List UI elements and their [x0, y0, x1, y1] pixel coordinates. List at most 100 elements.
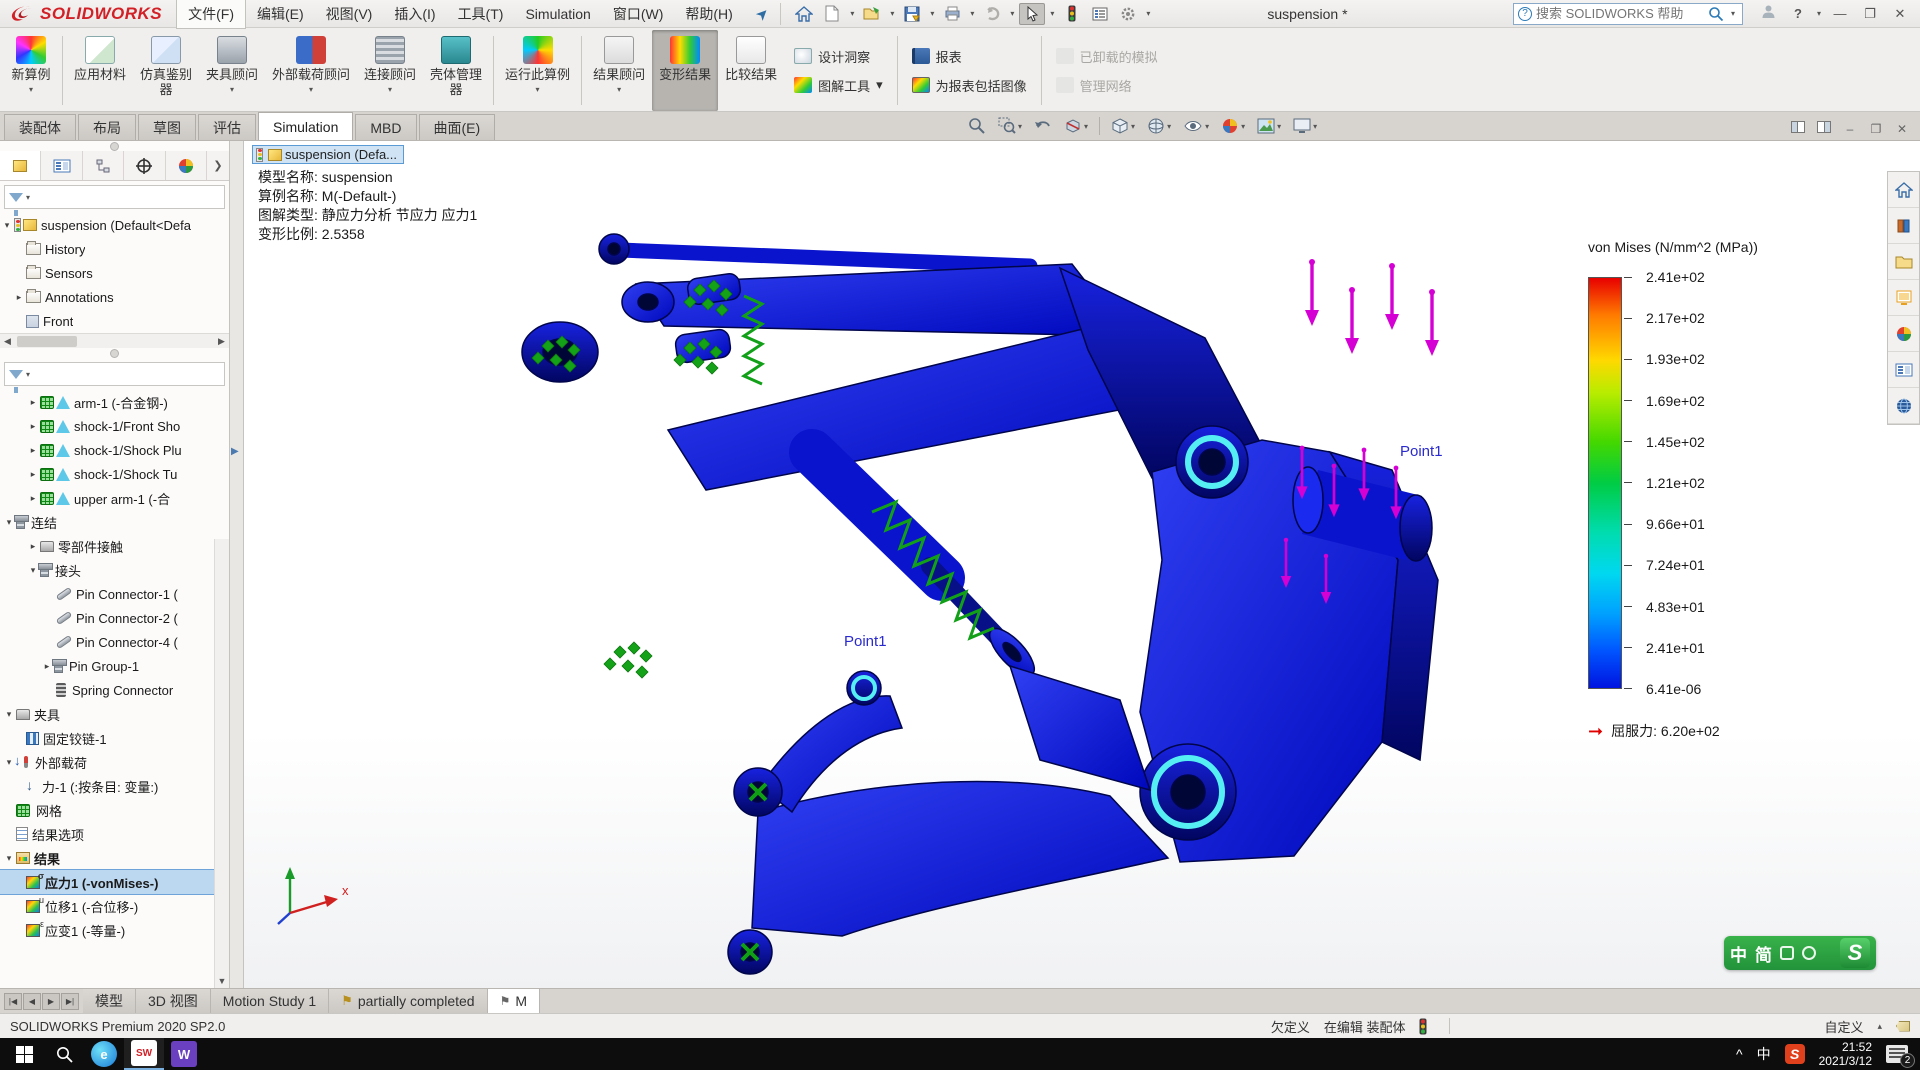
ime-logo[interactable]: S	[1840, 938, 1870, 968]
restore-button[interactable]: ❐	[1856, 3, 1884, 25]
filter-caret[interactable]: ▾	[26, 193, 30, 202]
open-caret[interactable]: ▾	[887, 9, 897, 18]
tree-item-stress-plot[interactable]: 应力1 (-vonMises-)	[0, 870, 215, 894]
simulation-evaluator-button[interactable]: 仿真鉴别器	[133, 30, 199, 111]
edit-appearance-icon[interactable]: ▾	[1218, 115, 1248, 137]
design-insight-button[interactable]: 设计洞察	[790, 45, 887, 68]
menu-simulation[interactable]: Simulation	[514, 2, 601, 26]
first-tab-icon[interactable]: |◀	[4, 993, 22, 1010]
scroll-thumb[interactable]	[17, 336, 77, 347]
prev-tab-icon[interactable]: ◀	[23, 993, 41, 1010]
ime-chinese-mode[interactable]: 中	[1730, 941, 1747, 966]
menu-view[interactable]: 视图(V)	[315, 0, 384, 28]
tree-horizontal-scrollbar[interactable]: ◀ ▶	[0, 333, 229, 348]
help-search[interactable]: ? ▾	[1513, 3, 1743, 25]
new-study-button[interactable]: 新算例 ▾	[4, 30, 58, 111]
tree-item-pin-connector[interactable]: Pin Connector-2 (	[0, 606, 215, 630]
tree-item-part[interactable]: ▸shock-1/Front Sho	[0, 414, 215, 438]
custom-caret-icon[interactable]: ▴	[1877, 1021, 1882, 1032]
tree-vertical-scrollbar[interactable]: ▼	[214, 539, 229, 988]
tree-root[interactable]: ▾ suspension (Default<Defa	[0, 213, 229, 237]
print-icon[interactable]	[939, 3, 965, 25]
menu-file[interactable]: 文件(F)	[176, 0, 246, 29]
tree-item-history[interactable]: History	[0, 237, 229, 261]
new-document-caret[interactable]: ▾	[847, 9, 857, 18]
tray-lang-indicator[interactable]: 中	[1757, 1044, 1771, 1064]
tab-layout[interactable]: 布局	[78, 114, 136, 140]
graphics-viewport[interactable]: suspension (Defa... 模型名称: suspension 算例名…	[244, 141, 1920, 988]
connections-advisor-button[interactable]: 连接顾问 ▾	[357, 30, 423, 111]
tree-item-pin-connector[interactable]: Pin Connector-1 (	[0, 582, 215, 606]
tree-item-part[interactable]: ▸shock-1/Shock Plu	[0, 438, 215, 462]
sogou-ime-icon[interactable]: S	[1785, 1044, 1805, 1064]
save-caret[interactable]: ▾	[927, 9, 937, 18]
resources-home-icon[interactable]	[1888, 172, 1919, 208]
tab-simulation[interactable]: Simulation	[258, 112, 353, 140]
tree-item-fixed-hinge[interactable]: 固定铰链-1	[0, 726, 215, 750]
ime-simplified-mode[interactable]: 简	[1755, 941, 1772, 966]
scroll-left-icon[interactable]: ◀	[0, 336, 15, 347]
split-pane-left-icon[interactable]	[1788, 121, 1808, 136]
tree-item-component-contact[interactable]: ▸零部件接触	[0, 534, 215, 558]
split-pane-right-icon[interactable]	[1814, 121, 1834, 136]
tab-study-m[interactable]: ⚑ M	[488, 989, 540, 1013]
tab-sketch[interactable]: 草图	[138, 114, 196, 140]
open-icon[interactable]	[859, 3, 885, 25]
external-loads-advisor-button[interactable]: 外部载荷顾问 ▾	[265, 30, 357, 111]
save-icon[interactable]	[899, 3, 925, 25]
tree-item-results[interactable]: ▾结果	[0, 846, 215, 870]
next-tab-icon[interactable]: ▶	[42, 993, 60, 1010]
tree-item-mesh[interactable]: 网格	[0, 798, 215, 822]
fixtures-advisor-button[interactable]: 夹具顾问 ▾	[199, 30, 265, 111]
configurationmanager-tab-icon[interactable]	[83, 151, 124, 180]
doc-minimize-icon[interactable]: –	[1840, 122, 1860, 136]
doc-close-icon[interactable]: ✕	[1892, 122, 1912, 136]
user-account-icon[interactable]	[1755, 4, 1782, 23]
ime-toolbar[interactable]: 中 简 S	[1724, 936, 1876, 970]
edge-browser-icon[interactable]: e	[84, 1038, 124, 1070]
help-icon[interactable]: ?	[1784, 3, 1812, 25]
report-button[interactable]: 报表	[908, 45, 1031, 68]
tree-item-force[interactable]: 力-1 (:按条目: 变量:)	[0, 774, 215, 798]
featuremanager-tab-icon[interactable]	[0, 151, 41, 180]
tree-item-external-loads[interactable]: ▾外部载荷	[0, 750, 215, 774]
tree-item-front-plane[interactable]: Front	[0, 309, 229, 333]
study-splitter-handle[interactable]	[0, 348, 229, 358]
deformed-result-button[interactable]: 变形结果	[652, 30, 718, 111]
tree-filter[interactable]: ▾	[4, 185, 225, 209]
zoom-to-area-icon[interactable]: ▾	[995, 115, 1025, 137]
zoom-to-fit-icon[interactable]	[965, 115, 989, 137]
apply-material-button[interactable]: 应用材料	[67, 30, 133, 111]
traffic-light-icon[interactable]	[1059, 3, 1085, 25]
taskbar-search-icon[interactable]	[44, 1038, 84, 1070]
filter-caret[interactable]: ▾	[26, 370, 30, 379]
tree-item-annotations[interactable]: ▸ Annotations	[0, 285, 229, 309]
search-caret[interactable]: ▾	[1728, 9, 1738, 18]
wps-app-icon[interactable]: W	[164, 1038, 204, 1070]
search-icon[interactable]	[1708, 6, 1724, 22]
taskbar-clock[interactable]: 21:52 2021/3/12	[1819, 1040, 1872, 1068]
tree-item-part[interactable]: ▸arm-1 (-合金钢-)	[0, 390, 215, 414]
view-palette-icon[interactable]	[1888, 280, 1919, 316]
dimxpert-tab-icon[interactable]	[124, 151, 165, 180]
pin-icon[interactable]: ➤	[746, 0, 779, 30]
propertymanager-tab-icon[interactable]	[41, 151, 82, 180]
displaymanager-tab-icon[interactable]	[166, 151, 207, 180]
menu-insert[interactable]: 插入(I)	[383, 0, 446, 28]
tray-collapse-icon[interactable]: ^	[1736, 1046, 1743, 1062]
ime-settings-icon[interactable]	[1802, 946, 1816, 960]
panel-splitter[interactable]: ▶	[230, 141, 244, 988]
last-tab-icon[interactable]: ▶|	[61, 993, 79, 1010]
panel-tabs-overflow-icon[interactable]: ❯	[207, 159, 229, 172]
panel-splitter-handle[interactable]	[0, 141, 229, 151]
tab-mbd[interactable]: MBD	[355, 114, 416, 140]
home-icon[interactable]	[791, 3, 817, 25]
tree-item-pin-connector[interactable]: Pin Connector-4 (	[0, 630, 215, 654]
start-button[interactable]	[4, 1038, 44, 1070]
tab-evaluate[interactable]: 评估	[198, 114, 256, 140]
file-explorer-icon[interactable]	[1888, 244, 1919, 280]
status-traffic-light-icon[interactable]	[1419, 1018, 1427, 1035]
compare-results-button[interactable]: 比较结果	[718, 30, 784, 111]
undo-icon[interactable]	[979, 3, 1005, 25]
tree-item-spring-connector[interactable]: Spring Connector	[0, 678, 215, 702]
